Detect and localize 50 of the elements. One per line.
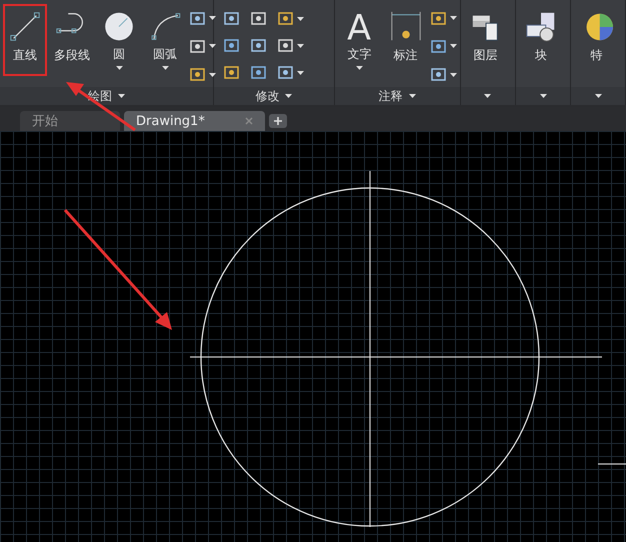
tool-icon[interactable] [250, 10, 267, 27]
new-tab-icon[interactable] [268, 114, 287, 128]
caret-icon[interactable] [450, 72, 457, 77]
tool-icon[interactable] [430, 66, 447, 84]
tool-icon[interactable] [189, 66, 206, 84]
caret-icon[interactable] [209, 16, 216, 20]
caret-icon[interactable] [450, 44, 457, 48]
tool-button[interactable]: 直线 [3, 4, 47, 76]
caret-icon[interactable] [450, 16, 457, 20]
tool-button[interactable]: 特 [574, 4, 618, 76]
tool-icon: A [342, 10, 377, 44]
tool-button[interactable]: 多段线 [49, 4, 95, 76]
file-tab[interactable]: Drawing1* [124, 111, 265, 131]
tool-icon[interactable] [223, 10, 240, 27]
tool-button[interactable]: 圆 [97, 4, 141, 76]
panel-title[interactable]: 注释 [378, 88, 403, 104]
caret-icon[interactable] [297, 16, 304, 20]
caret-icon[interactable] [285, 94, 292, 98]
caret-icon[interactable] [408, 94, 416, 98]
tool-button[interactable]: 圆弧 [143, 4, 187, 76]
tool-icon[interactable] [223, 37, 240, 54]
caret-icon[interactable] [162, 66, 168, 70]
tool-icon[interactable] [430, 38, 447, 55]
tool-icon[interactable] [277, 37, 294, 54]
panel-title[interactable]: 修改 [255, 88, 280, 104]
tool-icon[interactable] [223, 64, 240, 81]
tool-button[interactable]: 块 [519, 4, 564, 76]
caret-icon[interactable] [297, 44, 304, 48]
tool-icon[interactable] [189, 38, 206, 55]
tool-icon[interactable] [430, 10, 447, 27]
caret-icon[interactable] [297, 70, 304, 74]
caret-icon[interactable] [540, 94, 547, 98]
tool-button[interactable]: 标注 [384, 4, 428, 76]
tool-button[interactable]: A 文字 [338, 4, 382, 76]
caret-icon[interactable] [209, 72, 216, 77]
tool-icon[interactable] [277, 10, 294, 27]
pointer-arrow [66, 82, 136, 132]
caret-icon[interactable] [209, 44, 216, 48]
tool-icon[interactable] [189, 10, 206, 27]
caret-icon[interactable] [116, 66, 122, 70]
caret-icon[interactable] [484, 94, 492, 98]
tool-icon[interactable] [277, 64, 294, 81]
tool-icon [102, 10, 136, 44]
file-tab[interactable]: 开始 [20, 111, 120, 131]
caret-icon[interactable] [118, 94, 125, 98]
tool-button[interactable]: 图层 [464, 4, 508, 76]
caret-icon[interactable] [356, 66, 364, 70]
caret-icon[interactable] [594, 94, 602, 98]
tool-icon[interactable] [250, 37, 267, 54]
tool-icon[interactable] [250, 64, 267, 81]
